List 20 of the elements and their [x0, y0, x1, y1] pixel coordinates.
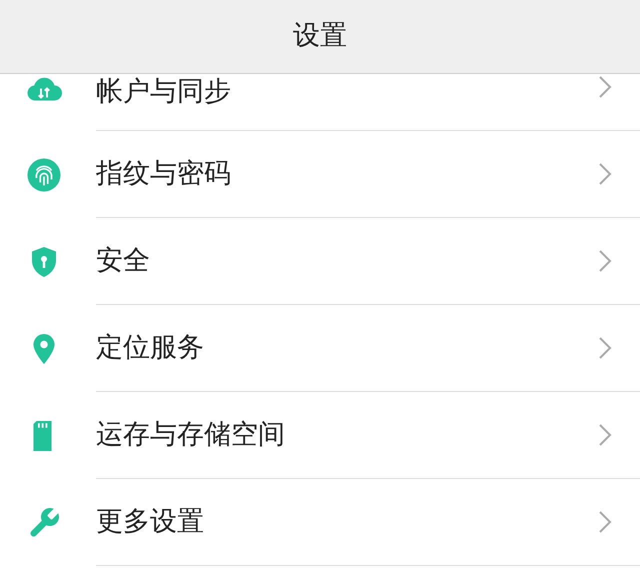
settings-row[interactable]: 运存与存储空间 [0, 392, 640, 479]
page-title: 设置 [293, 19, 347, 54]
settings-row[interactable]: 定位服务 [0, 305, 640, 392]
row-label: 指纹与密码 [96, 157, 232, 191]
chevron-icon [598, 336, 612, 360]
settings-row[interactable]: 帐户与同步 [0, 74, 640, 131]
chevron-icon [598, 162, 612, 186]
chevron-icon [598, 249, 612, 273]
chevron-icon [598, 423, 612, 447]
row-label: 帐户与同步 [96, 75, 232, 109]
chevron-icon [598, 510, 612, 534]
settings-row[interactable]: 安全 [0, 218, 640, 305]
settings-row[interactable]: 指纹与密码 [0, 131, 640, 218]
row-label: 运存与存储空间 [96, 418, 286, 452]
row-label: 定位服务 [96, 331, 205, 365]
chevron-icon [598, 75, 612, 99]
fingerprint-icon [26, 156, 62, 192]
row-label: 安全 [96, 244, 151, 278]
settings-row[interactable]: 更多设置 [0, 479, 640, 566]
row-label: 更多设置 [96, 505, 205, 539]
